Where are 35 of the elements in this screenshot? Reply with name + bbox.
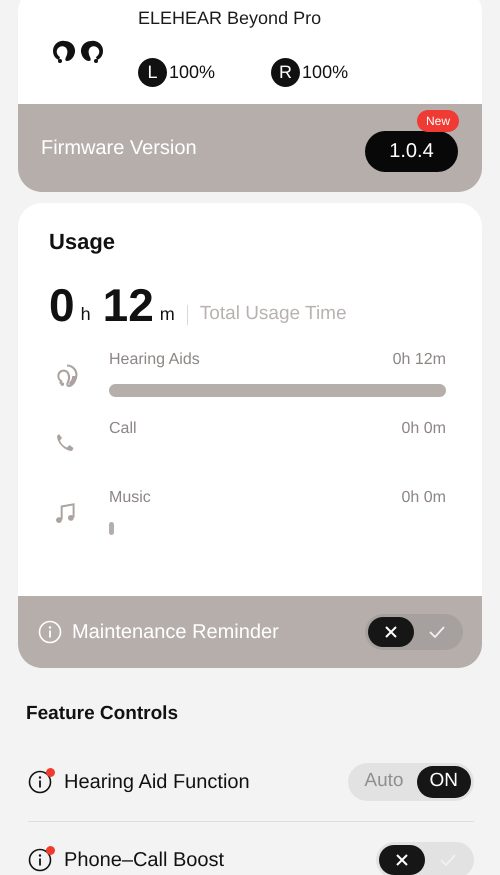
earbuds-icon (53, 40, 103, 64)
info-icon[interactable] (28, 770, 52, 794)
check-icon (429, 626, 445, 638)
usage-bar (109, 522, 114, 535)
hours-unit: h (80, 303, 91, 326)
close-icon (395, 853, 409, 867)
reminder-label: Maintenance Reminder (72, 620, 279, 645)
battery-level: 100% (302, 61, 348, 84)
minutes-value: 12 (102, 282, 154, 328)
mode-switch[interactable]: Auto ON (348, 762, 474, 800)
usage-label: Hearing Aids (109, 350, 200, 370)
toggle-switch[interactable] (365, 614, 463, 650)
firmware-label: Firmware Version (41, 136, 197, 161)
version-button[interactable]: 1.0.4 (365, 130, 458, 172)
side-badge: L (138, 58, 167, 87)
usage-time: 0h 0m (402, 419, 446, 439)
side-badge: R (271, 58, 300, 87)
close-icon (384, 625, 398, 639)
info-icon[interactable] (28, 848, 52, 872)
usage-time: 0h 0m (402, 488, 446, 508)
usage-label: Music (109, 488, 151, 508)
mode-option[interactable]: ON (416, 766, 471, 798)
usage-title: Usage (49, 228, 116, 256)
total-usage-caption: Total Usage Time (200, 302, 347, 326)
feature-label: Hearing Aid Function (64, 770, 250, 794)
usage-label: Call (109, 419, 137, 439)
new-badge: New (416, 110, 459, 132)
minutes-unit: m (160, 303, 175, 326)
battery-level: 100% (169, 61, 216, 84)
device-name: ELEHEAR Beyond Pro (138, 7, 322, 30)
hours-value: 0 (49, 282, 75, 328)
toggle-switch[interactable] (376, 842, 474, 875)
feature-label: Phone–Call Boost (64, 848, 224, 873)
section-title: Feature Controls (26, 702, 180, 726)
usage-time: 0h 12m (392, 350, 446, 370)
